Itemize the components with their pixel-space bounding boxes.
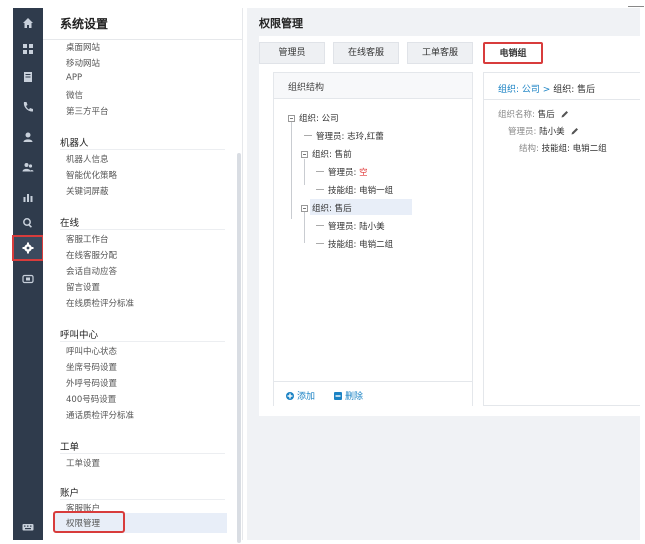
add-icon: [286, 392, 294, 400]
breadcrumb-current: 组织: 售后: [553, 85, 596, 95]
collapse-icon[interactable]: [301, 205, 308, 212]
menu-item-call-status[interactable]: 呼叫中心状态: [66, 345, 117, 357]
breadcrumb: 组织: 公司 > 组织: 售后: [498, 82, 595, 95]
divider: [43, 39, 243, 40]
edit-icon[interactable]: [557, 110, 569, 120]
menu-scrollbar[interactable]: [237, 153, 241, 543]
tree-line: [304, 159, 305, 185]
collapse-icon[interactable]: [301, 151, 308, 158]
users-icon[interactable]: [13, 156, 43, 178]
grid-icon[interactable]: [13, 38, 43, 60]
user-icon[interactable]: [13, 126, 43, 148]
settings-menu: 系统设置 桌面网站 移动网站 APP 微信 第三方平台 机器人 机器人信息 智能…: [43, 8, 243, 543]
detail-row-name: 组织名称: 售后: [498, 108, 569, 120]
selection-outline: [53, 511, 125, 533]
menu-item-optimization[interactable]: 智能优化策略: [66, 169, 117, 181]
menu-item-robot-info[interactable]: 机器人信息: [66, 153, 109, 165]
permission-panel: 管理员 在线客服 工单客服 电销组 组织结构 组织: 公司 管理员: 志玲,红蕾…: [259, 36, 640, 416]
menu-item-online-assign[interactable]: 在线客服分配: [66, 249, 117, 261]
tab-telesales[interactable]: 电销组: [483, 42, 543, 64]
detail-row-structure: 结构: 技能组: 电销二组: [519, 144, 607, 154]
tree-node-aftersale-admin[interactable]: 管理员: 陆小美: [316, 220, 385, 232]
tree-node-presale-skill[interactable]: 技能组: 电销一组: [316, 184, 393, 196]
menu-item-agent-desk[interactable]: 客服工作台: [66, 233, 109, 245]
menu-item-third-party[interactable]: 第三方平台: [66, 105, 109, 117]
detail-row-admin: 管理员: 陆小美: [508, 125, 579, 137]
section-header-account: 账户: [60, 488, 80, 499]
detail-value-structure: 技能组: 电销二组: [541, 144, 607, 154]
search-icon[interactable]: [13, 212, 43, 234]
tab-ticket-agent[interactable]: 工单客服: [407, 42, 473, 64]
divider: [60, 149, 225, 150]
phone-icon[interactable]: [13, 96, 43, 118]
edit-icon[interactable]: [567, 127, 579, 137]
breadcrumb-root[interactable]: 组织: 公司: [498, 85, 540, 95]
document-icon[interactable]: [13, 66, 43, 88]
main-content: 权限管理 管理员 在线客服 工单客服 电销组 组织结构 组织: 公司 管理员: …: [247, 8, 640, 540]
add-button[interactable]: 添加: [286, 389, 315, 402]
divider: [60, 499, 225, 500]
org-tree-panel: 组织结构 组织: 公司 管理员: 志玲,红蕾 组织: 售前 管理员: 空 技能组…: [273, 72, 473, 406]
delete-button[interactable]: 删除: [334, 389, 363, 402]
menu-item-auto-reply[interactable]: 会话自动应答: [66, 265, 117, 277]
window-edge: [628, 3, 644, 7]
breadcrumb-separator: >: [542, 85, 551, 95]
menu-item-app[interactable]: APP: [66, 73, 82, 83]
tree-node-root[interactable]: 组织: 公司: [288, 112, 339, 124]
tree-branch-icon: [316, 243, 324, 244]
menu-item-message-settings[interactable]: 留言设置: [66, 281, 100, 293]
menu-item-call-qa[interactable]: 通话质检评分标准: [66, 409, 134, 421]
menu-item-seat-number[interactable]: 坐席号码设置: [66, 361, 117, 373]
tree-branch-icon: [316, 171, 324, 172]
section-header-online: 在线: [60, 218, 80, 229]
section-header-robot: 机器人: [60, 138, 89, 149]
tree-line: [291, 119, 292, 219]
menu-item-desktop-site[interactable]: 桌面网站: [66, 41, 100, 53]
app-icon[interactable]: [13, 268, 43, 290]
tree-line: [304, 209, 305, 243]
tree-node-root-admin[interactable]: 管理员: 志玲,红蕾: [304, 130, 384, 142]
icon-rail: [12, 8, 44, 540]
page-title: 权限管理: [259, 17, 303, 30]
menu-item-keyword-block[interactable]: 关键词屏蔽: [66, 185, 109, 197]
tree-branch-icon: [304, 135, 312, 136]
tree-node-aftersale-skill[interactable]: 技能组: 电销二组: [316, 238, 393, 250]
tree-branch-icon: [316, 189, 324, 190]
divider: [484, 99, 640, 100]
divider: [60, 453, 225, 454]
section-header-call-center: 呼叫中心: [60, 330, 99, 341]
section-header-ticket: 工单: [60, 442, 80, 453]
menu-item-online-qa[interactable]: 在线质检评分标准: [66, 297, 134, 309]
menu-item-outbound-number[interactable]: 外呼号码设置: [66, 377, 117, 389]
menu-item-ticket-settings[interactable]: 工单设置: [66, 457, 100, 469]
menu-item-wechat[interactable]: 微信: [66, 89, 83, 101]
tab-online-agent[interactable]: 在线客服: [333, 42, 399, 64]
org-detail-panel: 组织: 公司 > 组织: 售后 组织名称: 售后 管理员: 陆小美 结构: 技能…: [483, 72, 640, 406]
menu-item-400-number[interactable]: 400号码设置: [66, 393, 116, 405]
bar-chart-icon[interactable]: [13, 186, 43, 208]
delete-icon: [334, 392, 342, 400]
tab-admin[interactable]: 管理员: [259, 42, 325, 64]
tree-header-label: 组织结构: [288, 83, 325, 93]
tree-branch-icon: [316, 225, 324, 226]
tree-node-aftersale[interactable]: 组织: 售后: [301, 202, 352, 214]
detail-value-admin: 陆小美: [539, 127, 565, 137]
tree-footer: 添加 删除: [274, 381, 472, 406]
keyboard-icon[interactable]: [13, 516, 43, 538]
menu-item-mobile-site[interactable]: 移动网站: [66, 57, 100, 69]
tree-node-presale-admin[interactable]: 管理员: 空: [316, 166, 368, 178]
divider: [60, 229, 225, 230]
menu-title: 系统设置: [60, 17, 109, 31]
divider: [60, 341, 225, 342]
home-icon[interactable]: [13, 12, 43, 34]
tree-node-presale[interactable]: 组织: 售前: [301, 148, 352, 160]
gear-icon[interactable]: [12, 235, 44, 261]
detail-value-name: 售后: [537, 110, 555, 120]
collapse-icon[interactable]: [288, 115, 295, 122]
tree-header: 组织结构: [274, 73, 472, 99]
